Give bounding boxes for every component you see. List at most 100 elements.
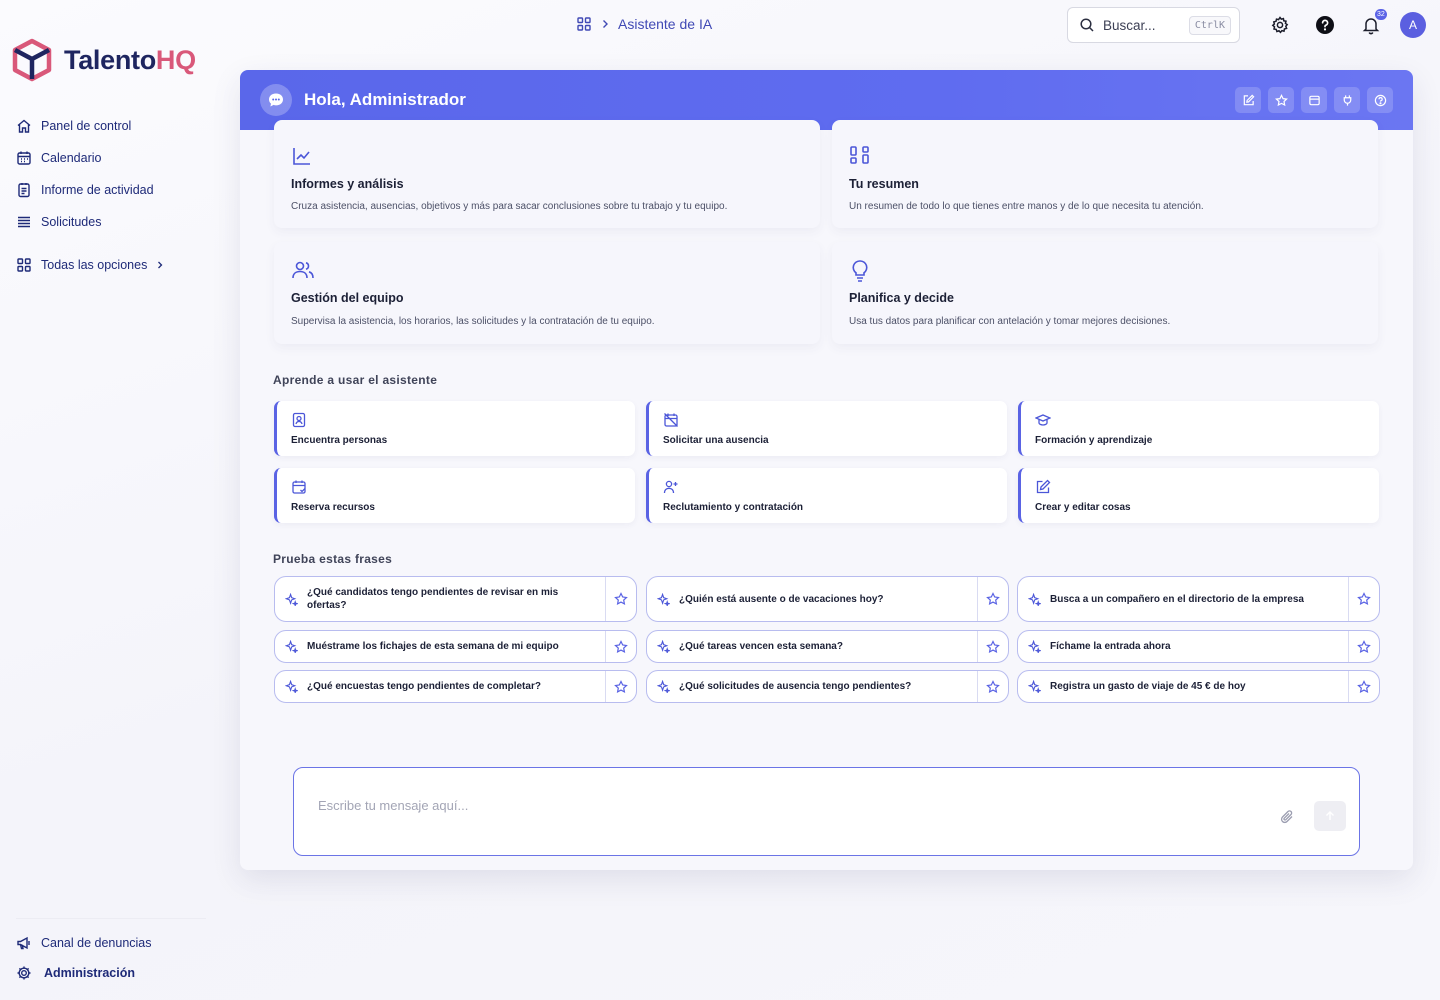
sidebar-item-label: Canal de denuncias [41, 936, 152, 950]
avatar[interactable]: A [1400, 12, 1426, 38]
new-chat-button[interactable] [1235, 87, 1261, 113]
sidebar-item-label: Solicitudes [41, 215, 102, 229]
phrase-text: ¿Qué candidatos tengo pendientes de revi… [307, 587, 559, 611]
feature-title: Gestión del equipo [291, 291, 404, 305]
feature-card-informes[interactable]: Informes y análisis Cruza asistencia, au… [274, 120, 820, 228]
learn-card-reclutamiento[interactable]: Reclutamiento y contratación [646, 468, 1007, 523]
sidebar-item-calendario[interactable]: Calendario [16, 142, 216, 174]
paperclip-icon[interactable] [1279, 809, 1295, 825]
settings-button[interactable] [1269, 14, 1291, 36]
suggested-phrase[interactable]: ¿Qué candidatos tengo pendientes de revi… [274, 576, 637, 622]
breadcrumb-current[interactable]: Asistente de IA [618, 16, 712, 32]
search-box[interactable]: Buscar... CtrlK [1067, 7, 1240, 43]
assistant-panel: Hola, Administrador Informes y análisis … [240, 70, 1413, 870]
grid-icon [16, 257, 32, 273]
search-input[interactable]: Buscar... [1103, 18, 1181, 33]
arrow-up-icon [1324, 810, 1336, 822]
feature-desc: Un resumen de todo lo que tienes entre m… [849, 201, 1204, 212]
favorites-button[interactable] [1268, 87, 1294, 113]
notification-count-badge: 32 [1375, 9, 1387, 20]
plug-icon [1341, 94, 1354, 107]
suggested-phrase[interactable]: ¿Qué tareas vencen esta semana? [646, 630, 1009, 663]
feature-desc: Usa tus datos para planificar con antela… [849, 316, 1171, 327]
sidebar-item-label: Informe de actividad [41, 183, 154, 197]
help-button[interactable] [1314, 14, 1336, 36]
phrase-text: ¿Qué encuestas tengo pendientes de compl… [307, 681, 541, 692]
suggested-phrase[interactable]: ¿Quién está ausente o de vacaciones hoy? [646, 576, 1009, 622]
sidebar-item-panel[interactable]: Panel de control [16, 110, 216, 142]
sidebar-item-solicitudes[interactable]: Solicitudes [16, 206, 216, 238]
favorite-phrase-button[interactable] [977, 631, 1008, 662]
star-icon [1357, 679, 1371, 694]
gear-icon [1270, 15, 1290, 35]
favorite-phrase-button[interactable] [605, 577, 636, 621]
sparkle-icon [275, 640, 307, 653]
favorite-phrase-button[interactable] [977, 671, 1008, 702]
help-circle-icon [1374, 94, 1387, 107]
report-icon [16, 182, 32, 198]
favorite-phrase-button[interactable] [1348, 671, 1379, 702]
sidebar-item-all-options[interactable]: Todas las opciones [16, 249, 216, 281]
message-composer[interactable]: Escribe tu mensaje aquí... [293, 767, 1360, 856]
user-plus-icon [663, 479, 679, 495]
learn-section-title: Aprende a usar el asistente [273, 373, 438, 387]
feature-title: Tu resumen [849, 177, 919, 191]
favorite-phrase-button[interactable] [1348, 631, 1379, 662]
favorite-phrase-button[interactable] [1348, 577, 1379, 621]
megaphone-icon [16, 935, 32, 951]
calendar-off-icon [663, 412, 679, 428]
gear-icon [16, 965, 32, 981]
phrase-text: Registra un gasto de viaje de 45 € de ho… [1050, 681, 1246, 692]
integrations-button[interactable] [1334, 87, 1360, 113]
learn-card-label: Reclutamiento y contratación [663, 502, 804, 513]
learn-card-reserva-recursos[interactable]: Reserva recursos [274, 468, 635, 523]
history-button[interactable] [1301, 87, 1327, 113]
learn-card-crear-editar[interactable]: Crear y editar cosas [1018, 468, 1379, 523]
message-input[interactable]: Escribe tu mensaje aquí... [318, 798, 468, 813]
sidebar-bottom-nav: Canal de denuncias Administración [16, 928, 216, 988]
star-icon [1357, 592, 1371, 606]
phrase-text: Muéstrame los fichajes de esta semana de… [307, 641, 559, 652]
feature-card-gestion[interactable]: Gestión del equipo Supervisa la asistenc… [274, 242, 820, 344]
feature-card-resumen[interactable]: Tu resumen Un resumen de todo lo que tie… [832, 120, 1378, 228]
favorite-phrase-button[interactable] [605, 631, 636, 662]
feature-card-planifica[interactable]: Planifica y decide Usa tus datos para pl… [832, 242, 1378, 344]
learn-card-solicitar-ausencia[interactable]: Solicitar una ausencia [646, 401, 1007, 456]
star-icon [1357, 639, 1371, 654]
sparkle-icon [647, 592, 679, 606]
favorite-phrase-button[interactable] [977, 577, 1008, 621]
sidebar-item-label: Panel de control [41, 119, 132, 133]
sidebar-item-label: Calendario [41, 151, 102, 165]
lightbulb-icon [849, 259, 871, 283]
star-icon [614, 639, 628, 654]
suggested-phrase[interactable]: Muéstrame los fichajes de esta semana de… [274, 630, 637, 663]
chat-bubble-icon [260, 84, 292, 116]
sidebar-item-administracion[interactable]: Administración [16, 958, 216, 988]
learn-card-label: Crear y editar cosas [1035, 502, 1131, 513]
sidebar-item-canal-denuncias[interactable]: Canal de denuncias [16, 928, 216, 958]
apps-grid-icon[interactable] [576, 16, 592, 32]
help-button[interactable] [1367, 87, 1393, 113]
suggested-phrase[interactable]: Registra un gasto de viaje de 45 € de ho… [1017, 670, 1380, 703]
brand-logo[interactable]: TalentoHQ [12, 38, 196, 82]
help-circle-icon [1315, 15, 1335, 35]
sidebar-nav: Panel de control Calendario Informe de a… [16, 110, 216, 281]
sidebar-item-informe[interactable]: Informe de actividad [16, 174, 216, 206]
learn-card-formacion[interactable]: Formación y aprendizaje [1018, 401, 1379, 456]
suggested-phrase[interactable]: ¿Qué encuestas tengo pendientes de compl… [274, 670, 637, 703]
phrase-text: ¿Quién está ausente o de vacaciones hoy? [679, 593, 884, 605]
assistant-greeting: Hola, Administrador [304, 90, 466, 109]
users-icon [291, 259, 315, 281]
send-button[interactable] [1314, 801, 1346, 831]
suggested-phrase[interactable]: Fíchame la entrada ahora [1017, 630, 1380, 663]
learn-card-encuentra-personas[interactable]: Encuentra personas [274, 401, 635, 456]
favorite-phrase-button[interactable] [605, 671, 636, 702]
suggested-phrase[interactable]: ¿Qué solicitudes de ausencia tengo pendi… [646, 670, 1009, 703]
feature-title: Planifica y decide [849, 291, 954, 305]
contact-icon [291, 412, 307, 428]
calendar-check-icon [291, 479, 307, 495]
phrases-section-title: Prueba estas frases [273, 552, 393, 566]
sidebar-item-label: Administración [44, 966, 135, 980]
suggested-phrase[interactable]: Busca a un compañero en el directorio de… [1017, 576, 1380, 622]
search-icon [1079, 17, 1095, 33]
